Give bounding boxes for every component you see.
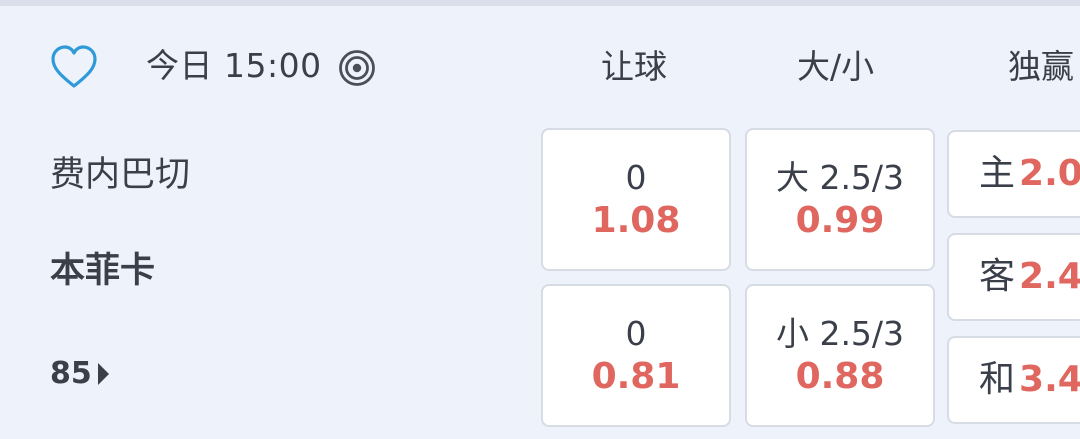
moneyline-home-button[interactable]: 主 2.0 bbox=[947, 130, 1080, 218]
more-markets-link[interactable]: 85 bbox=[50, 354, 109, 394]
handicap-home-button[interactable]: 0 1.08 bbox=[541, 128, 731, 271]
over-line: 大 2.5/3 bbox=[775, 157, 905, 197]
moneyline-home-label: 主 bbox=[979, 153, 1016, 194]
handicap-home-odds: 1.08 bbox=[591, 199, 681, 241]
under-odds: 0.88 bbox=[795, 355, 885, 397]
handicap-away-odds: 0.81 bbox=[591, 355, 681, 397]
favorite-heart-icon[interactable] bbox=[50, 44, 98, 90]
moneyline-draw-button[interactable]: 和 3.4 bbox=[947, 336, 1080, 424]
match-time: 今日 15:00 bbox=[146, 46, 322, 85]
moneyline-home-odds: 2.0 bbox=[1019, 153, 1080, 194]
live-target-icon[interactable] bbox=[338, 49, 376, 87]
column-header-over-under: 大/小 bbox=[797, 47, 875, 86]
under-line: 小 2.5/3 bbox=[775, 313, 905, 353]
moneyline-draw-label: 和 bbox=[979, 359, 1016, 400]
column-header-moneyline: 独赢 bbox=[1008, 47, 1074, 86]
handicap-away-button[interactable]: 0 0.81 bbox=[541, 284, 731, 427]
over-button[interactable]: 大 2.5/3 0.99 bbox=[745, 128, 935, 271]
handicap-away-line: 0 bbox=[625, 313, 647, 353]
more-markets-count: 85 bbox=[50, 356, 92, 391]
handicap-home-line: 0 bbox=[625, 157, 647, 197]
moneyline-away-odds: 2.4 bbox=[1019, 256, 1080, 297]
moneyline-draw-odds: 3.4 bbox=[1019, 359, 1080, 400]
under-button[interactable]: 小 2.5/3 0.88 bbox=[745, 284, 935, 427]
over-odds: 0.99 bbox=[795, 199, 885, 241]
moneyline-away-button[interactable]: 客 2.4 bbox=[947, 233, 1080, 321]
column-header-handicap: 让球 bbox=[601, 47, 667, 86]
moneyline-away-label: 客 bbox=[979, 256, 1016, 297]
away-team-name: 本菲卡 bbox=[50, 251, 156, 291]
home-team-name: 费内巴切 bbox=[50, 155, 191, 195]
caret-right-icon bbox=[97, 363, 109, 385]
top-divider bbox=[0, 0, 1080, 6]
